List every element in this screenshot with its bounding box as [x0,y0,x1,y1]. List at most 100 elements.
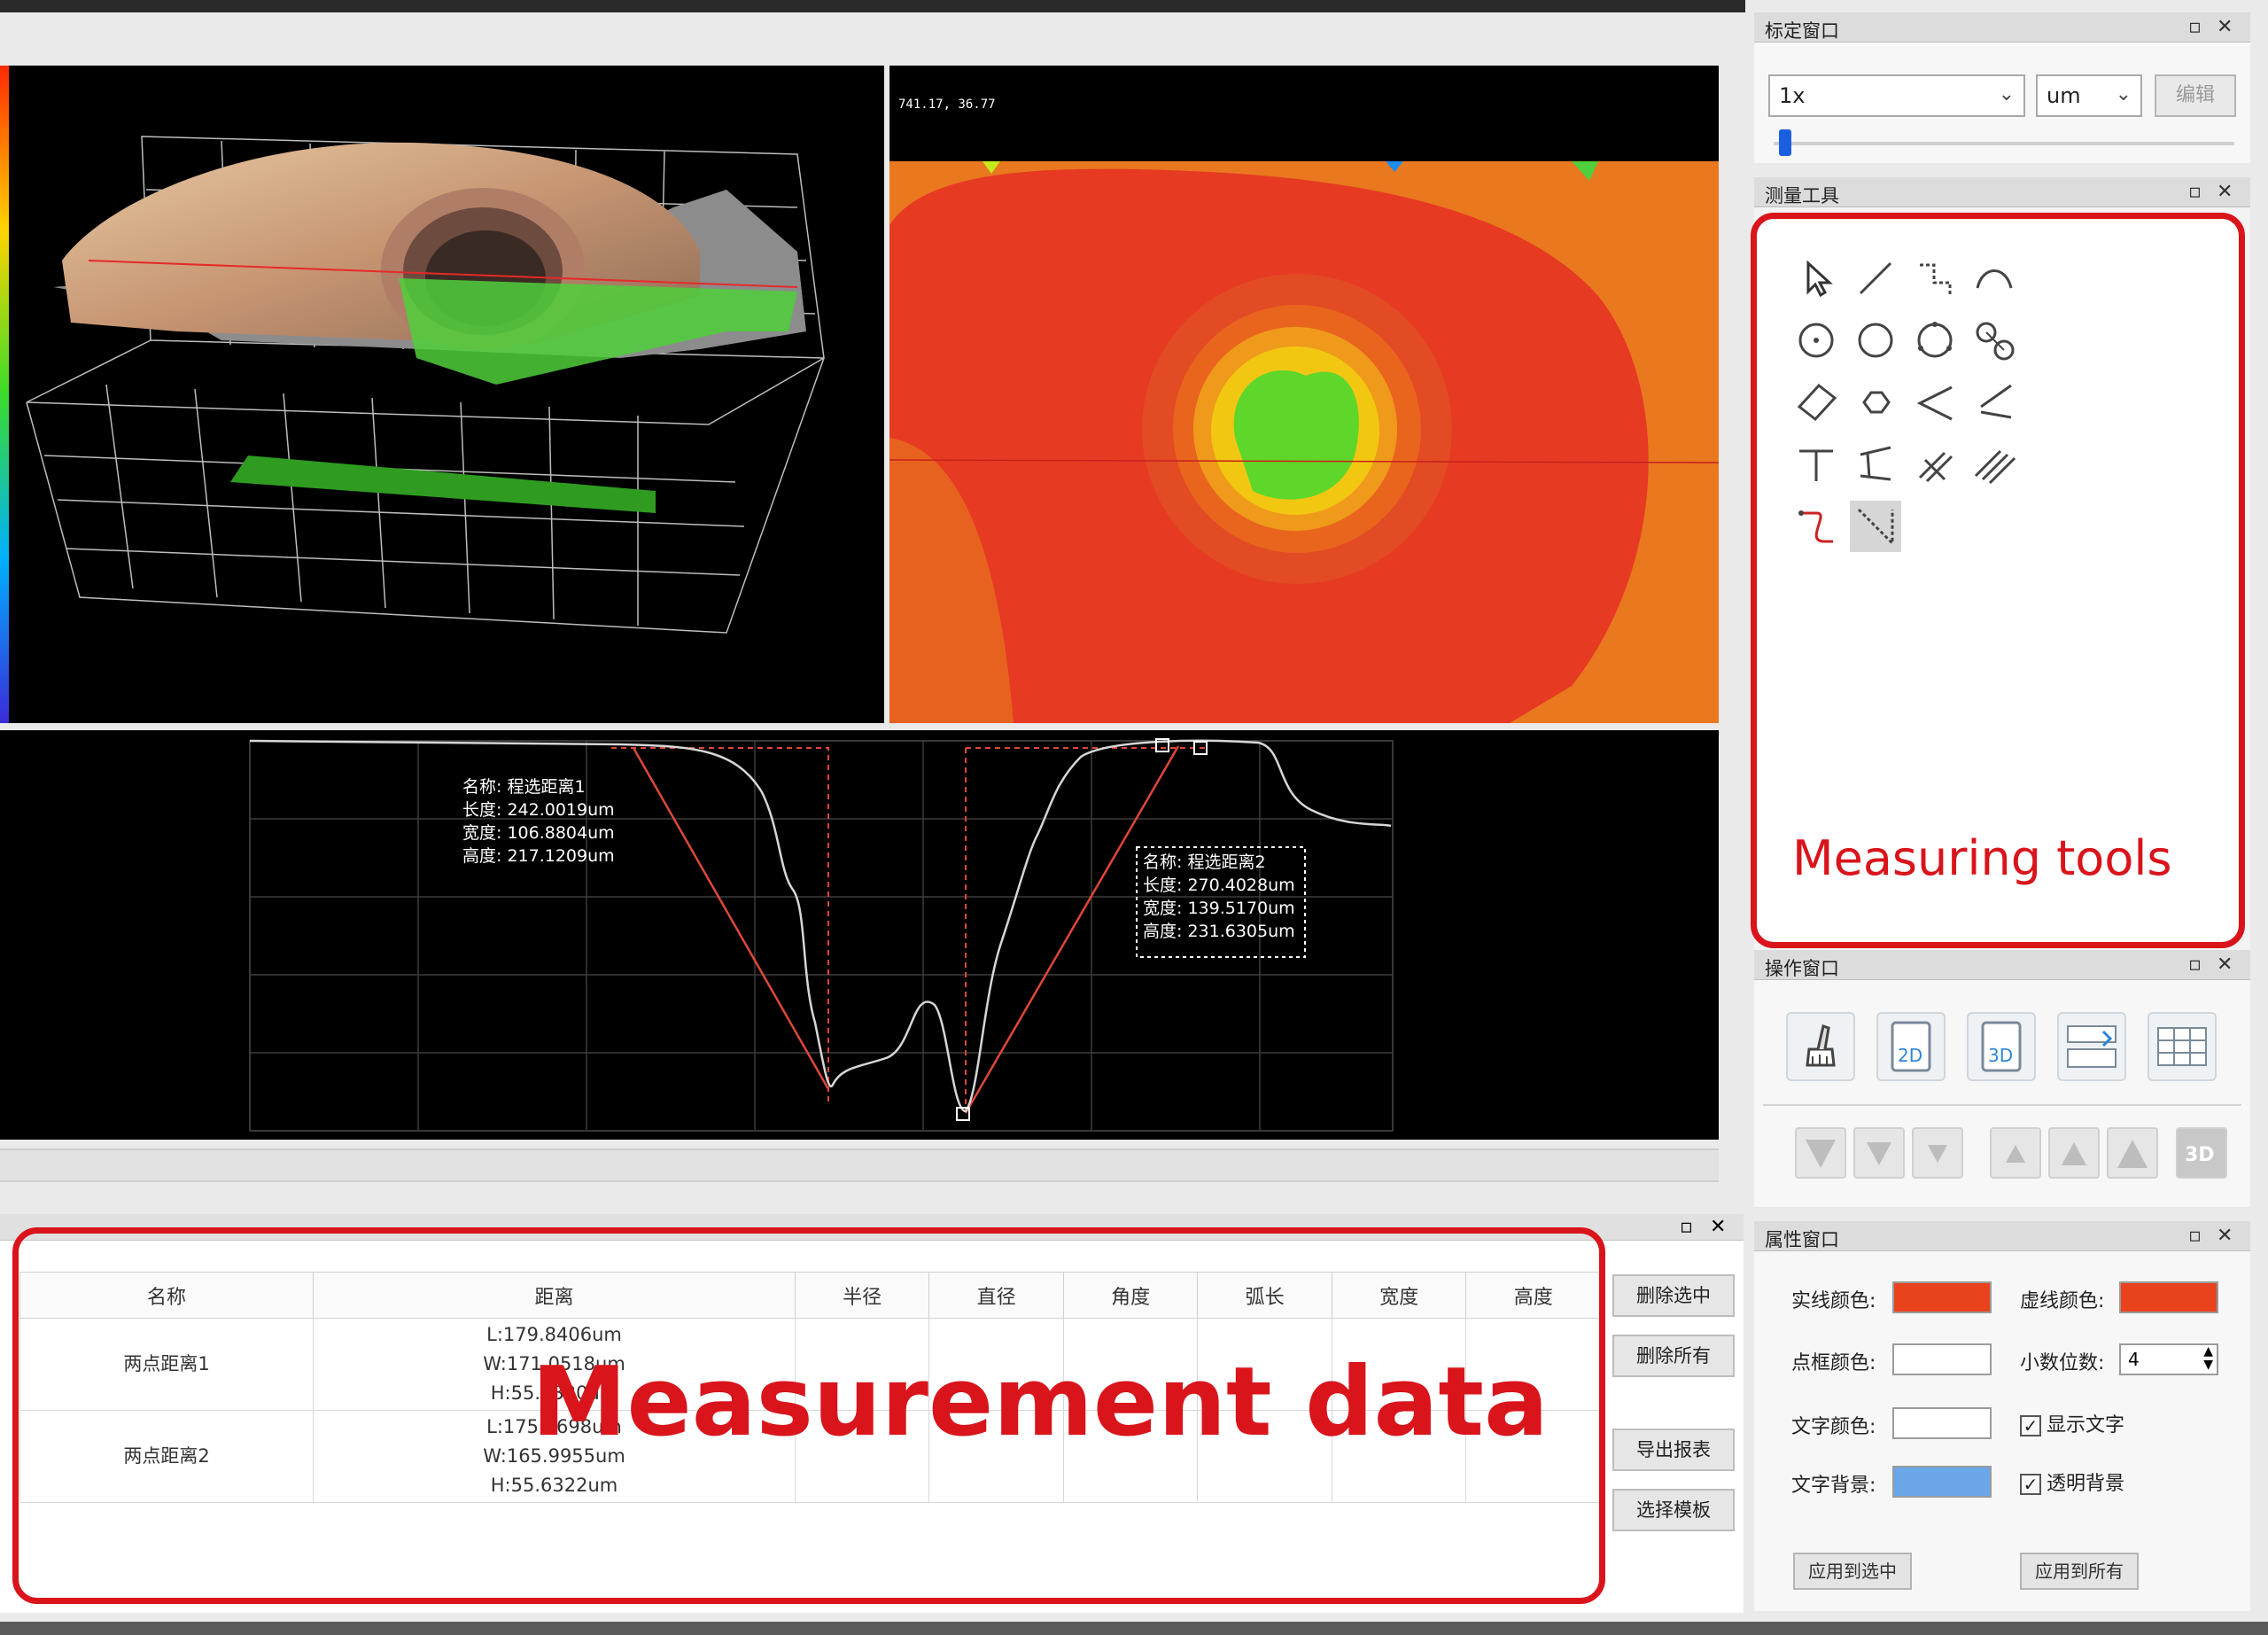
spin-arrows-icon[interactable]: ▲ ▼ [2203,1345,2213,1372]
perpendicular-icon[interactable] [1785,433,1847,495]
save-3d-icon[interactable]: 3D [1967,1012,2036,1081]
property-title: 属性窗口 [1754,1221,2250,1251]
pointer-icon[interactable] [1785,247,1847,309]
line-icon[interactable] [1845,247,1907,309]
profile-label2-width: 宽度: 139.5170um [1143,899,1295,918]
solid-color-label: 实线颜色: [1791,1290,1876,1312]
view-3d-button[interactable]: 3D [2176,1127,2227,1179]
move-down-2-icon[interactable] [1853,1127,1905,1179]
float-icon[interactable]: ▫ [1680,1216,1693,1238]
svg-text:3D: 3D [2185,1144,2215,1166]
chevron-down-icon: ⌄ [1998,83,2015,105]
close-icon[interactable]: ✕ [2217,16,2233,38]
polygon-icon[interactable] [1845,371,1907,433]
export-icon[interactable] [2057,1012,2126,1081]
export-report-button[interactable]: 导出报表 [1612,1429,1735,1471]
profile-label2-name: 名称: 程选距离2 [1143,853,1266,872]
tools-title: 测量工具 [1754,177,2250,207]
calibration-slider-track[interactable] [1774,142,2234,145]
viewport-2d[interactable]: 741.17, 36.77 [889,66,1719,723]
diagonal-icon[interactable] [1845,495,1907,557]
profile-label1-length: 长度: 242.0019um [462,800,615,820]
move-up-2-icon[interactable] [2048,1127,2100,1179]
move-up-1-icon[interactable] [1990,1127,2041,1179]
edit-button[interactable]: 编辑 [2155,74,2236,117]
curve-icon[interactable] [1785,495,1847,557]
decimals-label: 小数位数: [2020,1352,2105,1374]
unit-select[interactable]: um ⌄ [2036,74,2142,117]
parallel-multi-icon[interactable] [1963,433,2025,495]
chevron-down-icon: ⌄ [2115,83,2132,105]
text-color-label: 文字颜色: [1791,1416,1876,1438]
colorbar [0,66,9,723]
float-icon[interactable]: ▫ [2188,16,2202,38]
profile-label2-length: 长度: 270.4028um [1143,876,1295,895]
select-template-button[interactable]: 选择模板 [1612,1489,1735,1531]
viewport-3d[interactable] [0,66,884,723]
solid-color-swatch[interactable] [1892,1281,1992,1313]
circle-3pt-icon[interactable] [1904,309,1966,371]
profile-label1-height: 高度: 217.1209um [462,846,615,866]
calibration-panel: 标定窗口 ▫ ✕ 1x ⌄ um ⌄ 编辑 [1754,12,2250,163]
rectangle-icon[interactable] [1785,371,1847,433]
line-distance-icon[interactable] [1845,433,1907,495]
delete-all-button[interactable]: 删除所有 [1612,1335,1735,1377]
circle-icon[interactable] [1845,309,1907,371]
close-icon[interactable]: ✕ [2217,1225,2233,1247]
transparent-bg-checkbox[interactable]: ✓ 透明背景 [2020,1468,2124,1496]
text-bg-label: 文字背景: [1791,1475,1876,1497]
move-down-3-icon[interactable] [1795,1127,1846,1179]
show-text-checkbox[interactable]: ✓ 显示文字 [2020,1409,2124,1437]
profile-label1-width: 宽度: 106.8804um [462,823,615,843]
parallel-icon[interactable] [1904,433,1966,495]
angle-icon[interactable] [1904,371,1966,433]
arc-icon[interactable] [1963,247,2025,309]
app-window: 741.17, 36.77 名称: 程选距离1 长度: 242.0019um 宽… [0,0,2268,1635]
circle-center-icon[interactable] [1785,309,1847,371]
brush-icon[interactable] [1786,1012,1855,1081]
property-panel: 属性窗口 ▫ ✕ 实线颜色: 虚线颜色: 点框颜色: 小数位数: 4 ▲ ▼ 文字… [1754,1221,2250,1611]
text-color-swatch[interactable] [1892,1407,1992,1439]
tools-highlight-box: Measuring tools [1751,213,2245,948]
magnification-select[interactable]: 1x ⌄ [1768,74,2025,117]
operation-panel: 操作窗口 ▫ ✕ 2D 3D 3D [1754,950,2250,1207]
move-up-3-icon[interactable] [2107,1127,2158,1179]
dashed-color-swatch[interactable] [2119,1281,2218,1313]
delete-selected-button[interactable]: 删除选中 [1612,1274,1735,1317]
profile-label1-name: 名称: 程选距离1 [462,777,586,797]
apply-all-button[interactable]: 应用到所有 [2020,1553,2139,1590]
profile-label2-height: 高度: 231.6305um [1143,922,1295,941]
text-bg-swatch[interactable] [1892,1466,1992,1498]
angle-2line-icon[interactable] [1963,371,2025,433]
calibration-slider-handle[interactable] [1779,129,1792,156]
top-edge [0,0,1745,12]
svg-text:2D: 2D [1898,1045,1922,1066]
horizontal-scrollbar[interactable] [0,1148,1719,1182]
measurement-caption: Measurement data [532,1347,1549,1458]
point-color-swatch[interactable] [1892,1343,1992,1375]
svg-text:3D: 3D [1988,1045,2013,1066]
save-2d-icon[interactable]: 2D [1876,1012,1946,1081]
float-icon[interactable]: ▫ [2188,954,2202,976]
tools-caption: Measuring tools [1792,830,2172,886]
float-icon[interactable]: ▫ [2188,1225,2202,1247]
point-color-label: 点框颜色: [1791,1352,1876,1374]
close-icon[interactable]: ✕ [2217,181,2233,203]
float-icon[interactable]: ▫ [2188,181,2202,203]
measuring-tools-panel: 测量工具 ▫ ✕ Measuring tools [1751,177,2250,953]
move-down-1-icon[interactable] [1912,1127,1963,1179]
operation-title: 操作窗口 [1754,950,2250,980]
viewport-profile[interactable]: 名称: 程选距离1 长度: 242.0019um 宽度: 106.8804um … [0,730,1719,1140]
dashed-color-label: 虚线颜色: [2020,1290,2105,1312]
polyline-icon[interactable] [1904,247,1966,309]
calibration-title: 标定窗口 [1754,12,2250,43]
table-icon[interactable] [2148,1012,2217,1081]
decimals-spinbox[interactable]: 4 ▲ ▼ [2119,1343,2218,1375]
apply-selected-button[interactable]: 应用到选中 [1793,1553,1912,1590]
bottom-edge [0,1622,2268,1635]
check-icon: ✓ [2020,1415,2041,1436]
check-icon: ✓ [2020,1474,2041,1495]
close-icon[interactable]: ✕ [2217,954,2233,976]
close-icon[interactable]: ✕ [1710,1216,1726,1238]
circle-pair-icon[interactable] [1963,309,2025,371]
